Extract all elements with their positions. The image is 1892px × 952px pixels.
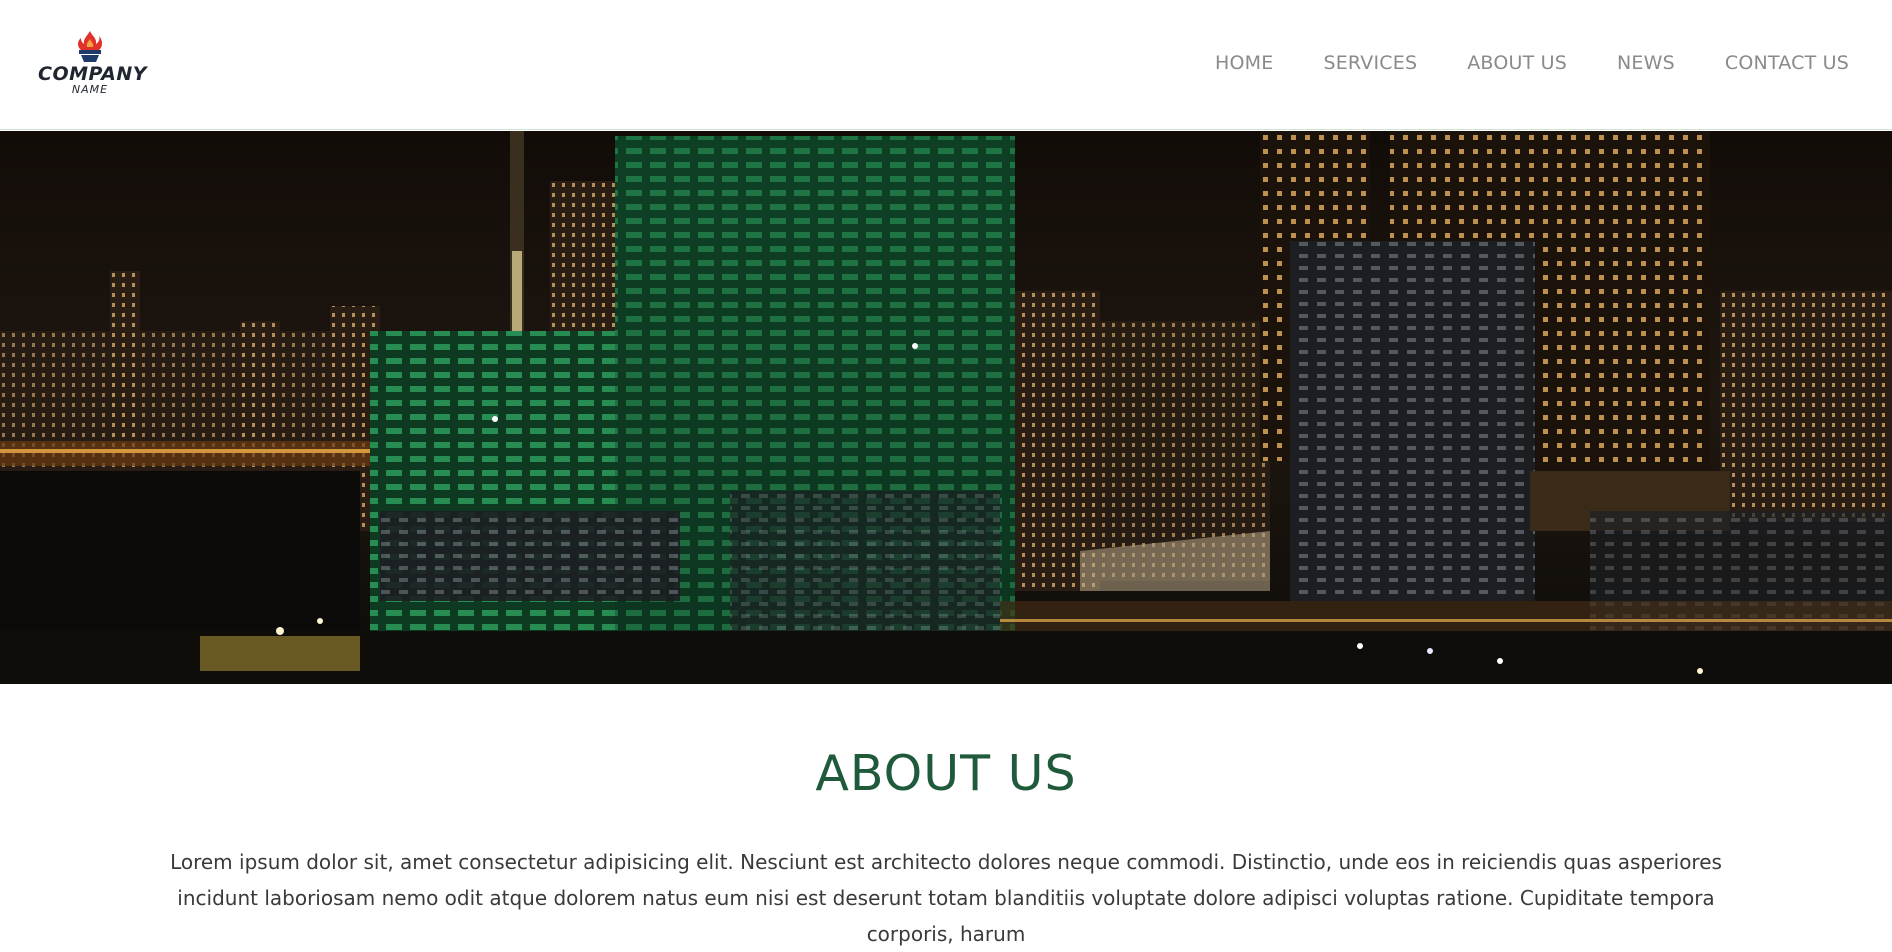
about-paragraph: Lorem ipsum dolor sit, amet consectetur …: [170, 850, 1722, 946]
main-nav: HOME SERVICES ABOUT US NEWS CONTACT US: [1215, 50, 1849, 76]
hero-image: [0, 131, 1892, 684]
company-logo[interactable]: COMPANY NAME: [38, 30, 148, 100]
brand-name: COMPANY: [38, 63, 148, 85]
nav-about-us[interactable]: ABOUT US: [1467, 50, 1567, 76]
nav-home[interactable]: HOME: [1215, 50, 1273, 76]
nav-news[interactable]: NEWS: [1617, 50, 1675, 76]
brand-subtitle: NAME: [71, 83, 109, 96]
nav-contact-us[interactable]: CONTACT US: [1725, 50, 1849, 76]
flame-icon: [78, 31, 102, 62]
site-header: COMPANY NAME HOME SERVICES ABOUT US NEWS…: [0, 0, 1892, 130]
nav-services[interactable]: SERVICES: [1323, 50, 1417, 76]
about-section: ABOUT US Lorem ipsum dolor sit, amet con…: [0, 684, 1892, 946]
about-heading: ABOUT US: [815, 745, 1077, 802]
city-night-photo: [0, 131, 1892, 684]
